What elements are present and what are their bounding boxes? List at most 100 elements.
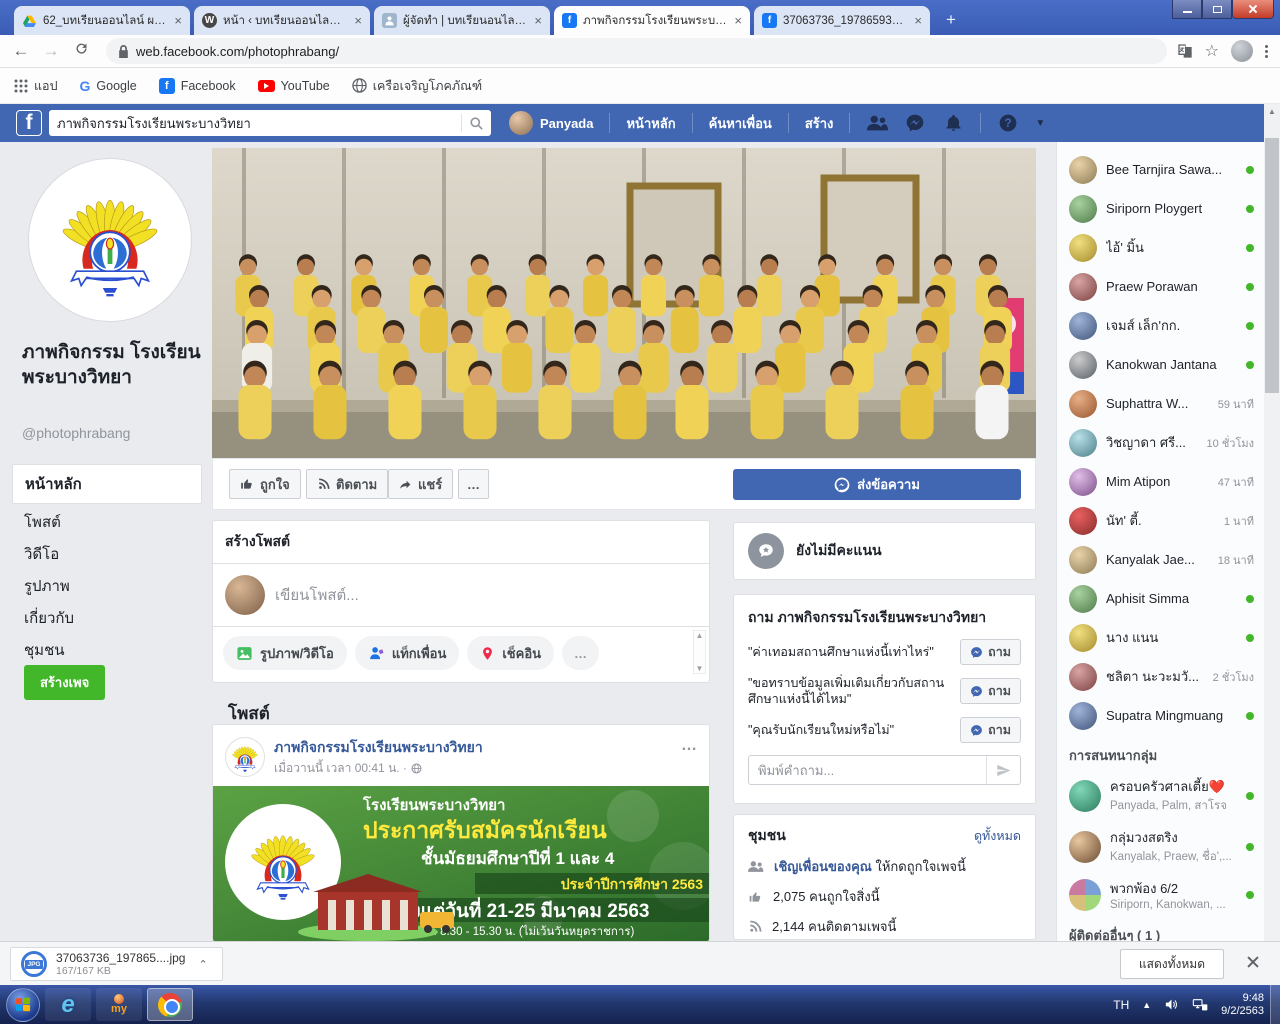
group-conversation-row[interactable]: กลุ่มวงสตริงKanyalak, Praew, ชื่อ',... xyxy=(1057,821,1264,872)
show-desktop-button[interactable] xyxy=(1270,985,1280,1024)
contact-row[interactable]: Suphattra W... 59 นาที xyxy=(1057,384,1264,423)
nav-home[interactable]: หน้าหลัก xyxy=(626,113,675,134)
download-chevron-icon[interactable]: ⌃ xyxy=(194,958,211,971)
sidebar-item-community[interactable]: ชุมชน xyxy=(24,638,65,662)
network-icon[interactable] xyxy=(1192,998,1208,1012)
scrollbar-thumb[interactable] xyxy=(1265,138,1279,393)
sidebar-item-about[interactable]: เกี่ยวกับ xyxy=(24,606,74,630)
speaker-icon[interactable] xyxy=(1164,998,1179,1011)
post-image-banner[interactable]: โรงเรียนพระบางวิทยา ประกาศรับสมัครนักเรี… xyxy=(213,786,710,941)
bookmark-youtube[interactable]: YouTube xyxy=(258,79,330,93)
scroll-up-icon[interactable]: ▲ xyxy=(1264,104,1280,116)
composer-more-button[interactable]: … xyxy=(562,636,599,670)
show-all-downloads-button[interactable]: แสดงทั้งหมด xyxy=(1120,949,1224,979)
tab-close-icon[interactable]: × xyxy=(734,14,742,27)
notifications-bell-icon[interactable] xyxy=(942,112,964,134)
facebook-logo[interactable]: f xyxy=(16,110,42,136)
contact-row[interactable]: Kanyalak Jae... 18 นาที xyxy=(1057,540,1264,579)
browser-tab-5[interactable]: f 37063736_19786593021655... × xyxy=(754,6,930,35)
ask-button[interactable]: ถาม xyxy=(960,678,1021,704)
check-in-button[interactable]: เช็คอิน xyxy=(467,636,554,670)
post-more-button[interactable]: … xyxy=(681,737,697,755)
language-indicator[interactable]: TH xyxy=(1113,998,1129,1012)
sidebar-item-videos[interactable]: วิดีโอ xyxy=(24,542,59,566)
facebook-search[interactable] xyxy=(49,110,491,136)
help-icon[interactable]: ? xyxy=(997,112,1019,134)
sidebar-item-home-active[interactable]: หน้าหลัก xyxy=(12,464,202,504)
search-input[interactable] xyxy=(49,116,461,131)
contact-row[interactable]: นาง แนน xyxy=(1057,618,1264,657)
post-author-avatar[interactable] xyxy=(225,737,265,777)
forward-button[interactable]: → xyxy=(36,41,66,61)
contact-row[interactable]: นัท' ตี้. 1 นาที xyxy=(1057,501,1264,540)
bookmark-star-icon[interactable]: ☆ xyxy=(1205,41,1219,61)
like-button[interactable]: ถูกใจ xyxy=(229,469,301,499)
taskbar-my-app-button[interactable]: my xyxy=(96,988,142,1021)
refresh-button[interactable] xyxy=(66,41,96,61)
page-profile-picture[interactable] xyxy=(28,158,192,322)
bookmark-google[interactable]: G Google xyxy=(80,78,137,94)
browser-tab-2[interactable]: W หน้า ‹ บทเรียนออนไลน์ เรื่อง อารย × xyxy=(194,6,370,35)
tab-close-icon[interactable]: × xyxy=(534,14,542,27)
browser-tab-4-active[interactable]: f ภาพกิจกรรมโรงเรียนพระบางวิทยา × xyxy=(554,6,750,35)
profile-link[interactable]: Panyada xyxy=(509,111,593,135)
ask-button[interactable]: ถาม xyxy=(960,639,1021,665)
contact-row[interactable]: ชลิตา นะวะมวั... 2 ชั่วโมง xyxy=(1057,657,1264,696)
messenger-icon[interactable] xyxy=(904,112,926,134)
new-tab-button[interactable]: + xyxy=(938,8,964,32)
contact-row[interactable]: Bee Tarnjira Sawa... xyxy=(1057,150,1264,189)
create-page-button[interactable]: สร้างเพจ xyxy=(24,665,105,700)
invite-friends-link[interactable]: เชิญเพื่อนของคุณ xyxy=(774,859,872,874)
close-download-bar-icon[interactable] xyxy=(1248,955,1258,965)
tag-friends-button[interactable]: แท็กเพื่อน xyxy=(355,636,460,670)
tab-close-icon[interactable]: × xyxy=(354,14,362,27)
contact-row[interactable]: เจมส์ เล็ก'กก. xyxy=(1057,306,1264,345)
cover-photo[interactable] xyxy=(212,148,1036,458)
minimize-button[interactable] xyxy=(1172,0,1202,19)
sidebar-item-photos[interactable]: รูปภาพ xyxy=(24,574,70,598)
post-author-name[interactable]: ภาพกิจกรรมโรงเรียนพระบางวิทยา xyxy=(274,737,672,759)
send-message-button[interactable]: ส่งข้อความ xyxy=(733,469,1021,500)
taskbar-clock[interactable]: 9:48 9/2/2563 xyxy=(1221,992,1264,1018)
address-bar[interactable]: web.facebook.com/photophrabang/ xyxy=(106,38,1167,64)
invite-friends-row[interactable]: เชิญเพื่อนของคุณ ให้กดถูกใจเพจนี้ xyxy=(748,856,1021,877)
close-button[interactable] xyxy=(1232,0,1274,19)
maximize-button[interactable] xyxy=(1202,0,1232,19)
contact-row[interactable]: Mim Atipon 47 นาที xyxy=(1057,462,1264,501)
see-all-link[interactable]: ดูทั้งหมด xyxy=(974,826,1021,846)
composer-placeholder[interactable]: เขียนโพสต์... xyxy=(275,583,359,607)
question-input[interactable] xyxy=(749,763,986,778)
contact-row[interactable]: Siriporn Ploygert xyxy=(1057,189,1264,228)
browser-menu-icon[interactable] xyxy=(1265,45,1268,58)
bookmark-facebook[interactable]: f Facebook xyxy=(159,78,236,94)
send-question-button[interactable] xyxy=(986,756,1020,784)
tab-close-icon[interactable]: × xyxy=(174,14,182,27)
contact-row[interactable]: Praew Porawan xyxy=(1057,267,1264,306)
follow-button[interactable]: ติดตาม xyxy=(306,469,388,499)
group-conversation-row[interactable]: พวกพ้อง 6/2Siriporn, Kanokwan, ... xyxy=(1057,872,1264,917)
contact-row[interactable]: ไอ้' มิ้น xyxy=(1057,228,1264,267)
contact-row[interactable]: Supatra Mingmuang xyxy=(1057,696,1264,735)
group-conversation-row[interactable]: ครอบครัวศาลเตี้ย❤️Panyada, Palm, สาโรจ xyxy=(1057,770,1264,821)
ask-button[interactable]: ถาม xyxy=(960,717,1021,743)
photo-video-button[interactable]: รูปภาพ/วิดีโอ xyxy=(223,636,347,670)
browser-profile-avatar[interactable] xyxy=(1231,40,1253,62)
browser-tab-3[interactable]: ผู้จัดทำ | บทเรียนอนไลน์เรื่องการท × xyxy=(374,6,550,35)
download-item[interactable]: JPG 37063736_197865....jpg 167/167 KB ⌃ xyxy=(10,947,223,981)
browser-tab-1[interactable]: 62_บทเรียนออนไลน์ ผลงานนักเรีย × xyxy=(14,6,190,35)
nav-find-friends[interactable]: ค้นหาเพื่อน xyxy=(709,113,772,134)
more-actions-button[interactable]: … xyxy=(458,469,489,499)
share-button[interactable]: แชร์ xyxy=(388,469,453,499)
scroll-up-icon[interactable]: ▲ xyxy=(696,631,704,640)
bookmark-apps[interactable]: แอป xyxy=(14,76,58,96)
search-icon[interactable] xyxy=(461,114,491,132)
back-button[interactable]: ← xyxy=(6,41,36,61)
contact-row[interactable]: Kanokwan Jantana xyxy=(1057,345,1264,384)
taskbar-chrome-button-active[interactable] xyxy=(147,988,193,1021)
sidebar-item-posts[interactable]: โพสต์ xyxy=(24,510,61,534)
contact-row[interactable]: Aphisit Simma xyxy=(1057,579,1264,618)
friend-requests-icon[interactable] xyxy=(866,112,888,134)
chevron-down-icon[interactable]: ▼ xyxy=(1035,118,1045,129)
scroll-down-icon[interactable]: ▼ xyxy=(696,664,704,673)
tab-close-icon[interactable]: × xyxy=(914,14,922,27)
